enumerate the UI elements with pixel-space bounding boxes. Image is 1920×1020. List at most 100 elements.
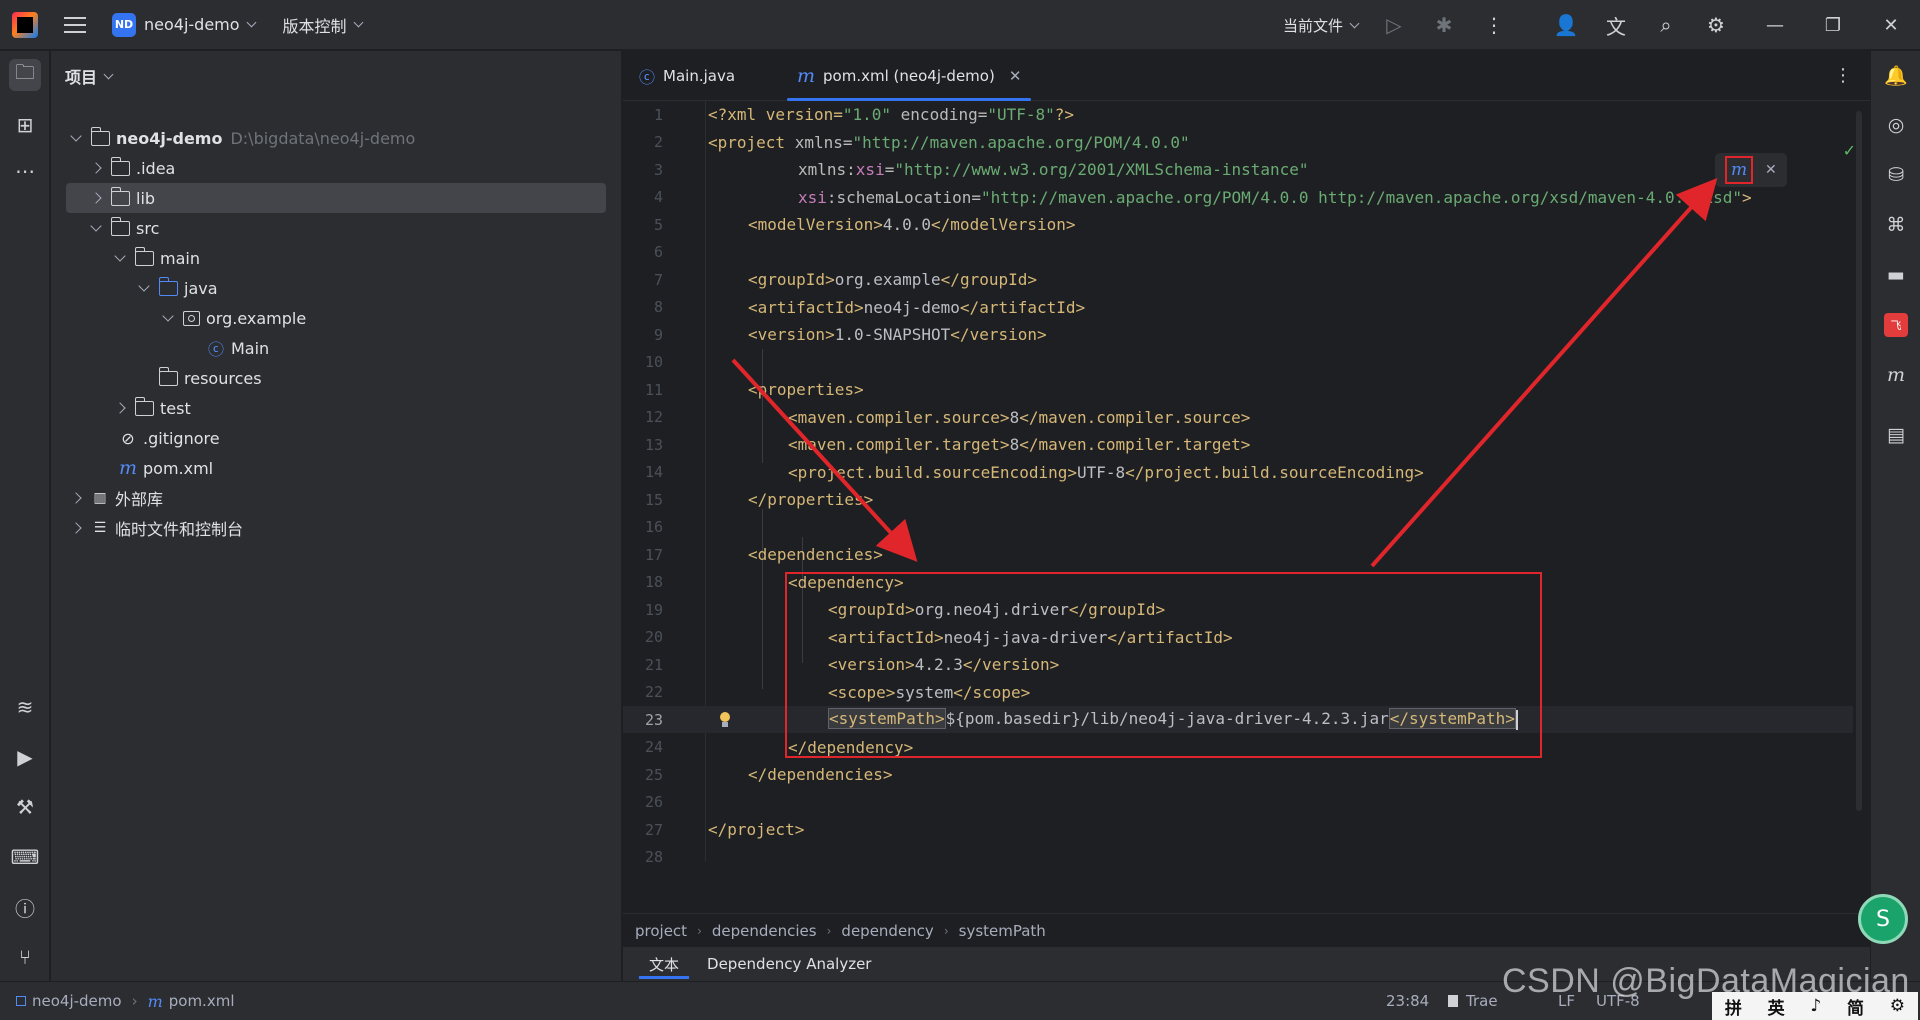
tree-item-neo4j-demo[interactable]: neo4j-demo D:\bigdata\neo4j-demo <box>51 123 611 153</box>
code-text: <version>1.0-SNAPSHOT</version> <box>748 325 1047 344</box>
status-project-label: neo4j-demo <box>32 992 122 1010</box>
ime-item[interactable]: ⚙ <box>1890 996 1905 1016</box>
expand-toggle-icon[interactable] <box>69 131 83 145</box>
breadcrumb-item[interactable]: project <box>635 922 687 940</box>
breadcrumb: project › dependencies › dependency › sy… <box>623 913 1870 947</box>
status-file[interactable]: m pom.xml <box>148 992 235 1011</box>
code-line: 11 <properties> <box>623 376 1853 403</box>
close-tab-icon[interactable]: ✕ <box>1009 67 1022 85</box>
code-line: 28 <box>623 844 1853 871</box>
git-icon[interactable]: ⑂ <box>9 941 41 973</box>
expand-toggle-icon[interactable] <box>89 161 103 175</box>
translate-icon[interactable]: 文 <box>1602 11 1630 39</box>
main-menu-icon[interactable] <box>64 16 86 33</box>
add-user-icon[interactable]: 👤 <box>1552 11 1580 39</box>
load-maven-changes-button[interactable]: m <box>1725 156 1753 184</box>
feishu-icon[interactable]: 飞 <box>1884 313 1908 337</box>
docs-icon[interactable]: ▤ <box>1880 419 1912 451</box>
tree-item-main[interactable]: main <box>51 243 611 273</box>
expand-toggle-icon[interactable] <box>161 311 175 325</box>
ignored-file-icon: ⊘ <box>121 428 135 448</box>
expand-toggle-icon[interactable] <box>89 191 103 205</box>
tab-label: Dependency Analyzer <box>707 955 872 973</box>
notifications-icon[interactable]: 🔔 <box>1880 59 1912 91</box>
tree-item-org-example[interactable]: org.example <box>51 303 611 333</box>
run-config-selector[interactable]: 当前文件 <box>1283 15 1360 36</box>
floating-assistant-button[interactable]: S <box>1858 894 1908 944</box>
ime-item[interactable]: 拼 <box>1725 994 1742 1019</box>
close-window-button[interactable]: ✕ <box>1862 0 1920 50</box>
line-number: 13 <box>644 435 663 454</box>
project-name: neo4j-demo <box>144 15 240 34</box>
project-selector[interactable]: neo4j-demo <box>144 15 256 34</box>
expand-toggle-icon[interactable] <box>69 491 83 505</box>
tab-options-icon[interactable]: ⋮ <box>1834 65 1852 86</box>
tree-item-pom-xml[interactable]: m pom.xml <box>51 453 611 483</box>
tree-item-test[interactable]: test <box>51 393 611 423</box>
tab-pom-xml[interactable]: m pom.xml (neo4j-demo) ✕ <box>783 51 1035 101</box>
structure-tool-icon[interactable]: ⊞ <box>9 109 41 141</box>
intellij-logo-icon[interactable] <box>12 11 38 38</box>
tree-item-main-class[interactable]: ⓒ Main <box>51 333 611 363</box>
tree-item-idea[interactable]: .idea <box>51 153 611 183</box>
tree-item-label: org.example <box>206 308 307 328</box>
tab-dependency-analyzer[interactable]: Dependency Analyzer <box>693 947 885 981</box>
tree-item-scratches[interactable]: ☰ 临时文件和控制台 <box>51 513 611 543</box>
build-icon[interactable]: ⚒ <box>9 791 41 823</box>
vcs-menu[interactable]: 版本控制 <box>283 13 364 37</box>
run-icon[interactable]: ▷ <box>1380 11 1408 39</box>
debug-icon[interactable]: ✱ <box>1430 11 1458 39</box>
tree-item-java[interactable]: java <box>51 273 611 303</box>
search-icon[interactable]: ⌕ <box>1652 11 1680 39</box>
terminal-icon[interactable]: ⌨ <box>9 841 41 873</box>
code-line: 17 <dependencies> <box>623 541 1853 568</box>
project-panel-header[interactable]: 项目 <box>51 51 621 101</box>
project-badge[interactable]: ND <box>112 12 136 37</box>
status-plugin[interactable]: Trae <box>1448 992 1498 1010</box>
tree-item-src[interactable]: src <box>51 213 611 243</box>
tab-main-java[interactable]: ⓒ Main.java <box>639 51 735 101</box>
project-panel: 项目 neo4j-demo D:\bigdata\neo4j-demo .ide… <box>51 51 622 981</box>
expand-toggle-icon[interactable] <box>113 401 127 415</box>
ai-assistant-icon[interactable]: ◎ <box>1880 109 1912 141</box>
line-number: 4 <box>653 188 663 206</box>
folder-icon <box>110 156 130 176</box>
problems-icon[interactable]: ⓘ <box>9 891 41 923</box>
tree-item-external-libraries[interactable]: ▥ 外部库 <box>51 483 611 513</box>
maven-tool-icon[interactable]: m <box>1880 359 1912 391</box>
more-tools-icon[interactable]: ⋯ <box>9 155 41 187</box>
tab-text[interactable]: 文本 <box>635 947 693 981</box>
lightbulb-icon[interactable] <box>719 712 731 728</box>
python-console-icon[interactable]: ⌘ <box>1880 209 1912 241</box>
bookmark-panel-icon[interactable]: ▬ <box>1880 259 1912 291</box>
layers-icon[interactable]: ≋ <box>9 691 41 723</box>
breadcrumb-item[interactable]: dependencies <box>712 922 817 940</box>
caret-position[interactable]: 23:84 <box>1386 992 1429 1010</box>
ime-item[interactable]: 简 <box>1847 994 1864 1019</box>
code-line: 1 <?xml version="1.0" encoding="UTF-8"?> <box>623 101 1853 128</box>
project-tool-icon[interactable]: 🗀 <box>9 59 41 91</box>
ime-item[interactable]: ♪ <box>1810 996 1821 1016</box>
chevron-down-icon <box>1349 18 1360 28</box>
database-icon[interactable]: ⛁ <box>1880 159 1912 191</box>
breadcrumb-item[interactable]: systemPath <box>959 922 1046 940</box>
services-icon[interactable]: ▶ <box>9 741 41 773</box>
close-popup-icon[interactable]: ✕ <box>1765 162 1777 178</box>
ime-item[interactable]: 英 <box>1768 994 1785 1019</box>
breadcrumb-item[interactable]: dependency <box>841 922 933 940</box>
tree-item-lib[interactable]: lib <box>66 183 606 213</box>
tree-item-resources[interactable]: resources <box>51 363 611 393</box>
minimize-button[interactable]: — <box>1746 0 1804 50</box>
expand-toggle-icon[interactable] <box>137 281 151 295</box>
settings-icon[interactable]: ⚙ <box>1702 11 1730 39</box>
tree-item-label: main <box>160 248 200 268</box>
tree-item-gitignore[interactable]: ⊘ .gitignore <box>51 423 611 453</box>
java-class-icon: ⓒ <box>639 68 656 87</box>
plugin-label: Trae <box>1466 992 1498 1010</box>
expand-toggle-icon[interactable] <box>69 521 83 535</box>
expand-toggle-icon[interactable] <box>89 221 103 235</box>
more-actions-icon[interactable]: ⋮ <box>1480 11 1508 39</box>
expand-toggle-icon[interactable] <box>113 251 127 265</box>
restore-button[interactable]: ❐ <box>1804 0 1862 50</box>
status-project[interactable]: neo4j-demo <box>16 992 122 1010</box>
